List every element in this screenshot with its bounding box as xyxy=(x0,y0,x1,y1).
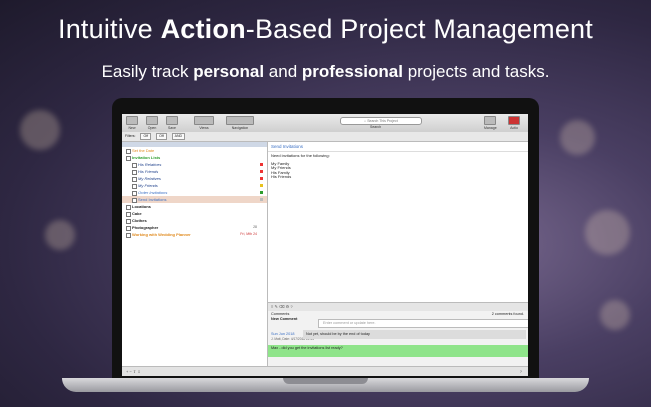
add-task-icon[interactable]: + − ⇧ ⇩ xyxy=(126,369,141,374)
flag-icon xyxy=(260,163,263,166)
filter-dropdown[interactable]: Off xyxy=(140,133,152,140)
task-row[interactable]: My Relatives xyxy=(122,175,267,182)
task-row[interactable]: His Relatives xyxy=(122,161,267,168)
task-row[interactable]: Photographer 28 xyxy=(122,224,267,231)
search-label: Search xyxy=(370,125,382,129)
task-row[interactable]: Clothes xyxy=(122,217,267,224)
open-button[interactable]: Open xyxy=(146,116,158,130)
bokeh-light xyxy=(600,300,630,330)
comments-panel: Comments 2 comments found. New Comment E… xyxy=(268,311,528,366)
actio-logo-icon xyxy=(508,116,520,125)
views-icon xyxy=(194,116,214,125)
task-checkbox[interactable] xyxy=(126,233,131,238)
flag-icon xyxy=(260,170,263,173)
bokeh-light xyxy=(45,220,75,250)
folder-icon xyxy=(146,116,158,125)
headline: Intuitive Action-Based Project Managemen… xyxy=(58,14,593,44)
task-row[interactable]: Set the Date xyxy=(122,147,267,154)
bokeh-light xyxy=(20,110,60,150)
flag-icon xyxy=(260,198,263,201)
filter-bar: Filters: Off Off AND xyxy=(122,132,528,142)
plus-icon xyxy=(126,116,138,125)
manage-button[interactable]: Manage xyxy=(484,116,497,130)
bottom-toolbar: + − ⇧ ⇩ ? xyxy=(122,366,528,376)
task-row[interactable]: Working with Wedding Planner Fri, Mth 24 xyxy=(122,231,267,238)
filter-dropdown[interactable]: Off xyxy=(156,133,167,140)
navigation-button[interactable]: Navigation xyxy=(226,116,254,130)
detail-notes[interactable]: Need invitations for the following: My F… xyxy=(268,152,528,182)
formatting-icons[interactable]: ≡ ✎ ⌫ ⚙ ? xyxy=(271,304,293,309)
detail-title: Send Invitations xyxy=(268,142,528,152)
views-button[interactable]: Views xyxy=(194,116,214,130)
logic-dropdown[interactable]: AND xyxy=(171,133,186,140)
task-row[interactable]: Invitation Lists xyxy=(122,154,267,161)
task-row[interactable]: Cake xyxy=(122,210,267,217)
gear-icon xyxy=(484,116,497,125)
flag-icon xyxy=(260,184,263,187)
task-list: Set the Date Invitation Lists His Relati… xyxy=(122,142,268,366)
laptop-notch xyxy=(283,378,368,384)
task-row-selected[interactable]: Send Invitations xyxy=(122,196,267,203)
bokeh-light xyxy=(560,120,595,155)
detail-pane: Send Invitations Need invitations for th… xyxy=(268,142,528,366)
save-button[interactable]: Save xyxy=(166,116,178,130)
task-row[interactable]: Order Invitations xyxy=(122,189,267,196)
subheadline: Easily track personal and professional p… xyxy=(101,62,550,81)
help-icon[interactable]: ? xyxy=(520,369,522,374)
bokeh-light xyxy=(585,210,630,255)
actio-button[interactable]: Actio xyxy=(508,116,520,130)
flag-icon xyxy=(260,177,263,180)
save-icon xyxy=(166,116,178,125)
task-row[interactable]: Locations xyxy=(122,203,267,210)
app-window: New Open Save Views Navigation ⌕ Search … xyxy=(122,114,528,376)
new-button[interactable]: New xyxy=(126,116,138,130)
comment-bubble: Not yet, should be by the end of today xyxy=(303,330,526,339)
flag-icon xyxy=(260,191,263,194)
task-row[interactable]: My Friends xyxy=(122,182,267,189)
comment-input[interactable]: Enter comment or update here. xyxy=(318,319,528,328)
task-row[interactable]: His Friends xyxy=(122,168,267,175)
search-input[interactable]: ⌕ Search This Project xyxy=(340,117,422,125)
toolbar: New Open Save Views Navigation ⌕ Search … xyxy=(122,114,528,133)
navigation-icon xyxy=(226,116,254,125)
comment-bubble: Max - did you get the invitations list r… xyxy=(268,345,528,357)
